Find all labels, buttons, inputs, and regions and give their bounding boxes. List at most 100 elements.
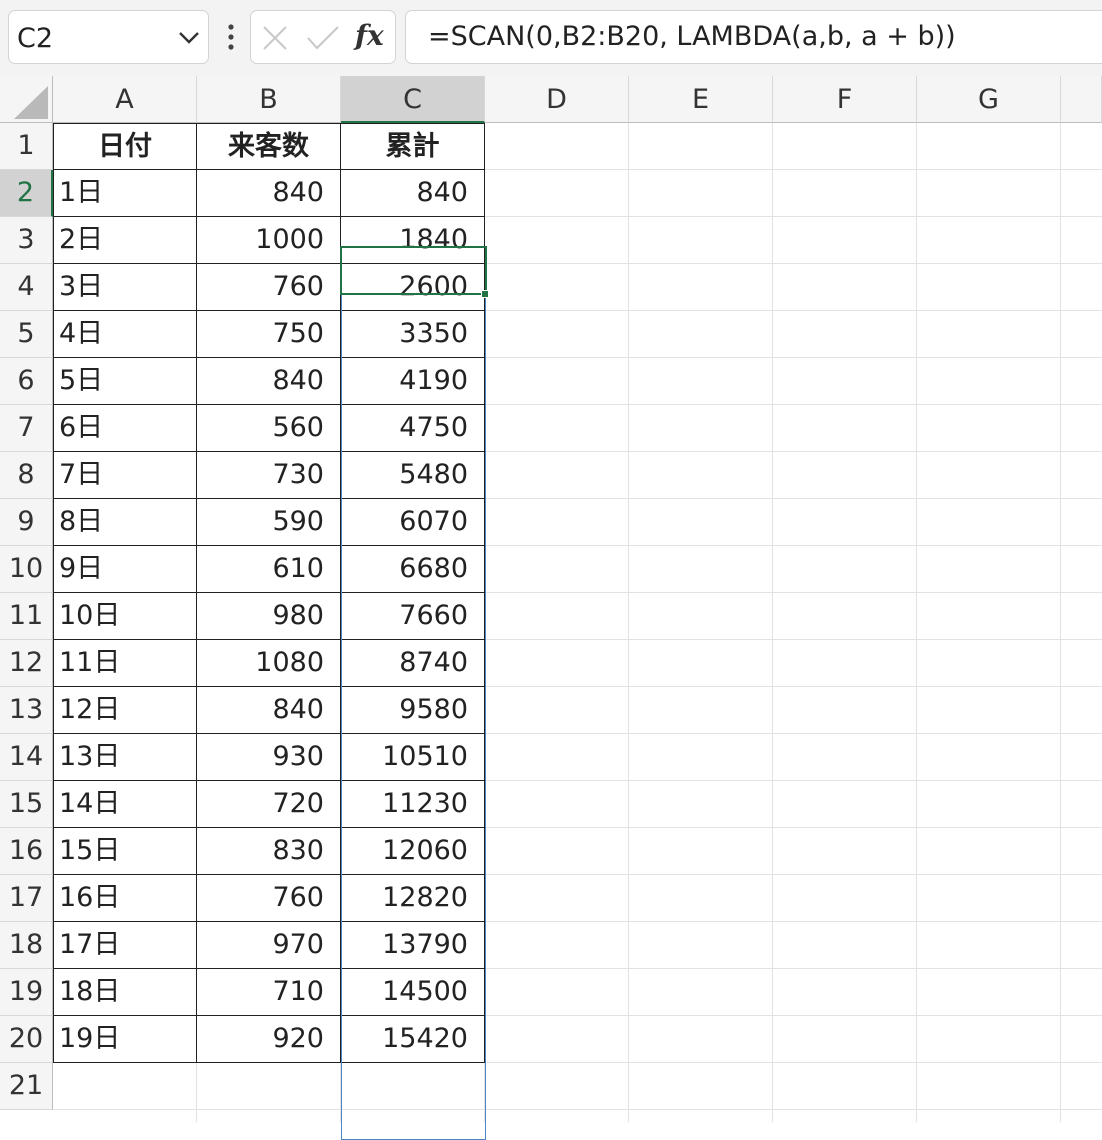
row-header-5[interactable]: 5: [0, 311, 53, 358]
cell-a19[interactable]: 18日: [53, 969, 197, 1016]
cell-c3[interactable]: 1840: [341, 217, 485, 264]
row-header-9[interactable]: 9: [0, 499, 53, 546]
row-header-11[interactable]: 11: [0, 593, 53, 640]
cell-b11[interactable]: 980: [197, 593, 341, 640]
cell-b19[interactable]: 710: [197, 969, 341, 1016]
cell-a15[interactable]: 14日: [53, 781, 197, 828]
column-header-e[interactable]: E: [629, 76, 773, 123]
enter-icon[interactable]: [306, 25, 340, 51]
cell-b7[interactable]: 560: [197, 405, 341, 452]
cell-c19[interactable]: 14500: [341, 969, 485, 1016]
column-header-f[interactable]: F: [773, 76, 917, 123]
cell-c4[interactable]: 2600: [341, 264, 485, 311]
cell-b12[interactable]: 1080: [197, 640, 341, 687]
header-cell-a[interactable]: 日付: [53, 123, 197, 170]
row-header-4[interactable]: 4: [0, 264, 53, 311]
cell-c2[interactable]: 840: [341, 170, 485, 217]
row-header-10[interactable]: 10: [0, 546, 53, 593]
row-header-21[interactable]: 21: [0, 1063, 53, 1110]
fill-handle[interactable]: [481, 290, 489, 298]
cell-c13[interactable]: 9580: [341, 687, 485, 734]
cell-a3[interactable]: 2日: [53, 217, 197, 264]
chevron-down-icon[interactable]: [178, 31, 200, 45]
cancel-icon[interactable]: [262, 25, 288, 51]
cell-a14[interactable]: 13日: [53, 734, 197, 781]
cell-a11[interactable]: 10日: [53, 593, 197, 640]
cell-a16[interactable]: 15日: [53, 828, 197, 875]
cell-c18[interactable]: 13790: [341, 922, 485, 969]
cell-c16[interactable]: 12060: [341, 828, 485, 875]
cell-c12[interactable]: 8740: [341, 640, 485, 687]
cell-b15[interactable]: 720: [197, 781, 341, 828]
column-header-a[interactable]: A: [53, 76, 197, 123]
row-header-18[interactable]: 18: [0, 922, 53, 969]
cell-b9[interactable]: 590: [197, 499, 341, 546]
select-all-corner[interactable]: [0, 76, 53, 123]
column-header-c[interactable]: C: [341, 76, 485, 123]
cell-c9[interactable]: 6070: [341, 499, 485, 546]
cell-b2[interactable]: 840: [197, 170, 341, 217]
cell-b13[interactable]: 840: [197, 687, 341, 734]
cell-a13[interactable]: 12日: [53, 687, 197, 734]
cell-b16[interactable]: 830: [197, 828, 341, 875]
cell-a5[interactable]: 4日: [53, 311, 197, 358]
cell-c6[interactable]: 4190: [341, 358, 485, 405]
cell-c20[interactable]: 15420: [341, 1016, 485, 1063]
cell-b5[interactable]: 750: [197, 311, 341, 358]
cell-a9[interactable]: 8日: [53, 499, 197, 546]
row-header-16[interactable]: 16: [0, 828, 53, 875]
row-header-3[interactable]: 3: [0, 217, 53, 264]
cell-c15[interactable]: 11230: [341, 781, 485, 828]
column-header-b[interactable]: B: [197, 76, 341, 123]
header-cell-c[interactable]: 累計: [341, 123, 485, 170]
row-header-17[interactable]: 17: [0, 875, 53, 922]
row-header-1[interactable]: 1: [0, 123, 53, 170]
cell-c17[interactable]: 12820: [341, 875, 485, 922]
row-header-6[interactable]: 6: [0, 358, 53, 405]
name-box-value[interactable]: C2: [17, 23, 53, 54]
cell-a7[interactable]: 6日: [53, 405, 197, 452]
row-header-2[interactable]: 2: [0, 170, 53, 217]
fx-icon[interactable]: fx: [355, 19, 384, 52]
cell-b14[interactable]: 930: [197, 734, 341, 781]
row-header-12[interactable]: 12: [0, 640, 53, 687]
row-header-13[interactable]: 13: [0, 687, 53, 734]
formula-input[interactable]: =SCAN(0,B2:B20, LAMBDA(a,b, a + b)): [405, 10, 1102, 64]
cell-c14[interactable]: 10510: [341, 734, 485, 781]
name-box[interactable]: C2: [8, 10, 209, 64]
cell-b3[interactable]: 1000: [197, 217, 341, 264]
header-cell-b[interactable]: 来客数: [197, 123, 341, 170]
cell-a2[interactable]: 1日: [53, 170, 197, 217]
more-vertical-icon[interactable]: [222, 22, 240, 52]
cell-a6[interactable]: 5日: [53, 358, 197, 405]
cell-c8[interactable]: 5480: [341, 452, 485, 499]
row-header-7[interactable]: 7: [0, 405, 53, 452]
cell-a10[interactable]: 9日: [53, 546, 197, 593]
column-header-d[interactable]: D: [485, 76, 629, 123]
formula-text[interactable]: =SCAN(0,B2:B20, LAMBDA(a,b, a + b)): [428, 21, 956, 52]
cell-a8[interactable]: 7日: [53, 452, 197, 499]
cell-c7[interactable]: 4750: [341, 405, 485, 452]
cell-b17[interactable]: 760: [197, 875, 341, 922]
cell-b4[interactable]: 760: [197, 264, 341, 311]
cell-c10[interactable]: 6680: [341, 546, 485, 593]
row-header-8[interactable]: 8: [0, 452, 53, 499]
cell-b8[interactable]: 730: [197, 452, 341, 499]
cell-a17[interactable]: 16日: [53, 875, 197, 922]
row-header-19[interactable]: 19: [0, 969, 53, 1016]
cell-a20[interactable]: 19日: [53, 1016, 197, 1063]
cell-a4[interactable]: 3日: [53, 264, 197, 311]
cell-a18[interactable]: 17日: [53, 922, 197, 969]
cell-b18[interactable]: 970: [197, 922, 341, 969]
row-header-15[interactable]: 15: [0, 781, 53, 828]
column-header-g[interactable]: G: [917, 76, 1061, 123]
row-header-14[interactable]: 14: [0, 734, 53, 781]
cell-b20[interactable]: 920: [197, 1016, 341, 1063]
cell-c11[interactable]: 7660: [341, 593, 485, 640]
cell-a12[interactable]: 11日: [53, 640, 197, 687]
cell-c5[interactable]: 3350: [341, 311, 485, 358]
row-header-20[interactable]: 20: [0, 1016, 53, 1063]
cell-b6[interactable]: 840: [197, 358, 341, 405]
cell-b10[interactable]: 610: [197, 546, 341, 593]
column-header-partial[interactable]: [1061, 76, 1102, 123]
